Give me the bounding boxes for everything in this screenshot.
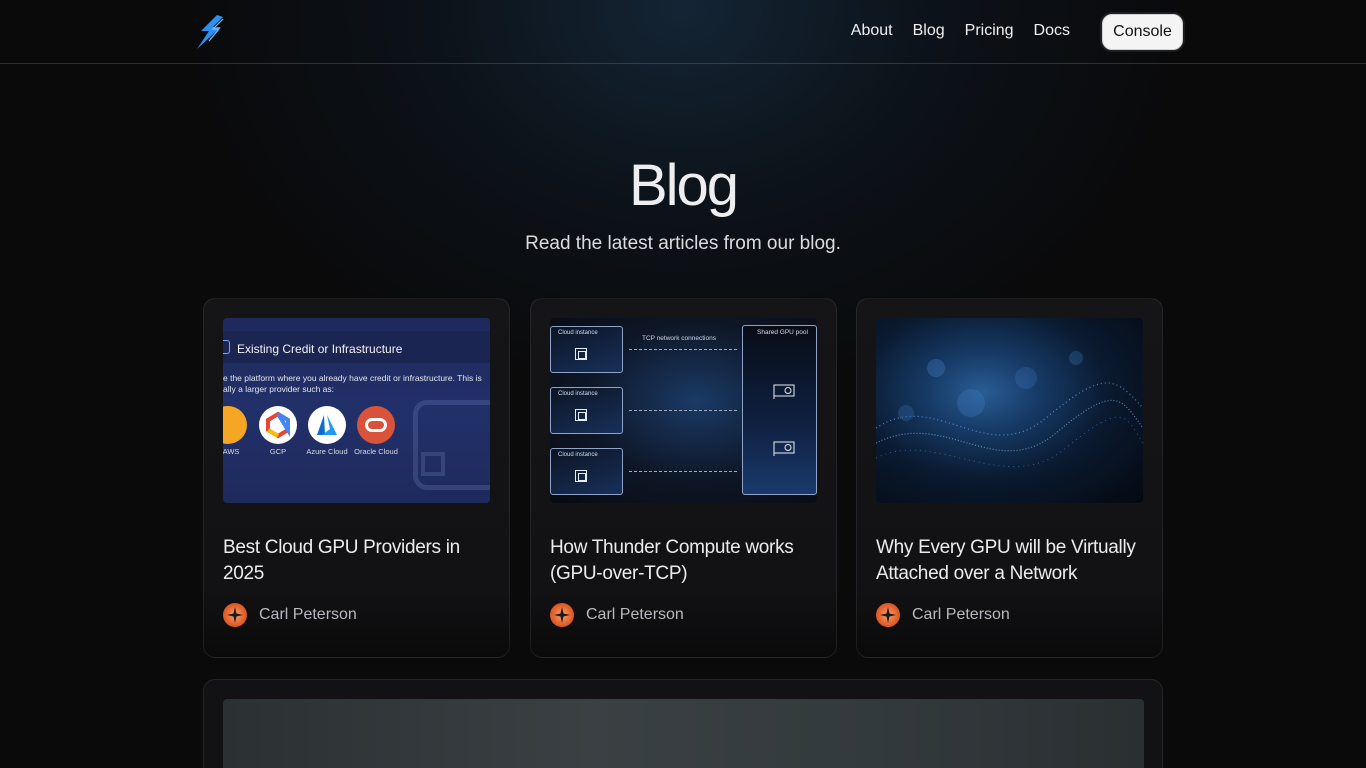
post-thumbnail[interactable]: Cloud instance Cloud instance Cloud inst…	[550, 318, 817, 503]
thumbnail-line-2: ally a larger provider such as:	[223, 384, 335, 394]
post-author: Carl Peterson	[876, 603, 1010, 627]
connection-arrow	[629, 471, 737, 472]
console-button[interactable]: Console	[1102, 14, 1183, 50]
cpu-chip-icon	[575, 470, 587, 482]
author-name: Carl Peterson	[912, 606, 1010, 623]
post-thumbnail[interactable]: Existing Credit or Infrastructure e the …	[223, 318, 490, 503]
post-title[interactable]: Why Every GPU will be Virtually Attached…	[876, 535, 1146, 587]
nav-pricing[interactable]: Pricing	[965, 20, 1014, 42]
oracle-logo-icon	[357, 406, 395, 444]
post-thumbnail[interactable]	[876, 318, 1143, 503]
aws-logo-icon	[223, 406, 247, 444]
author-name: Carl Peterson	[259, 606, 357, 623]
gpu-pool-box: Shared GPU pool	[742, 325, 817, 495]
thunder-logo-icon[interactable]	[193, 13, 229, 51]
avatar	[876, 603, 900, 627]
azure-logo-icon	[308, 406, 346, 444]
cpu-chip-icon	[575, 409, 587, 421]
avatar	[223, 603, 247, 627]
background-shape	[421, 452, 445, 476]
connection-arrow	[629, 349, 737, 350]
cloud-instance-label: Cloud instance	[558, 452, 598, 458]
credit-icon	[223, 340, 230, 354]
cloud-instance-label: Cloud instance	[558, 330, 598, 336]
particle-wave-image	[876, 351, 1143, 467]
cpu-chip-icon	[575, 348, 587, 360]
post-title[interactable]: Best Cloud GPU Providers in 2025	[223, 535, 493, 587]
blog-card[interactable]: Existing Credit or Infrastructure e the …	[203, 298, 510, 658]
avatar	[550, 603, 574, 627]
background-shape	[413, 400, 490, 490]
gpu-pool-label: Shared GPU pool	[757, 329, 808, 336]
blog-card[interactable]: Why Every GPU will be Virtually Attached…	[856, 298, 1163, 658]
cloud-instance-box: Cloud instance	[550, 448, 623, 495]
provider-label: GCP	[269, 447, 287, 456]
top-nav-bar: About Blog Pricing Docs Console	[0, 0, 1366, 64]
provider-label: AWS	[223, 447, 240, 456]
provider-label: Oracle Cloud	[354, 447, 398, 456]
nav-about[interactable]: About	[851, 20, 893, 42]
page-title: Blog	[628, 153, 739, 218]
featured-blog-card[interactable]	[203, 679, 1163, 768]
blog-card[interactable]: Cloud instance Cloud instance Cloud inst…	[530, 298, 837, 658]
nav-blog[interactable]: Blog	[913, 20, 945, 42]
author-name: Carl Peterson	[586, 606, 684, 623]
provider-label: Azure Cloud	[306, 447, 348, 456]
thumbnail-line-1: e the platform where you already have cr…	[223, 373, 482, 383]
nav-docs[interactable]: Docs	[1034, 20, 1070, 42]
gpu-card-icon	[773, 441, 795, 456]
cloud-instance-box: Cloud instance	[550, 326, 623, 373]
gpu-card-icon	[773, 384, 795, 399]
page-subtitle: Read the latest articles from our blog.	[525, 233, 841, 254]
post-title[interactable]: How Thunder Compute works (GPU-over-TCP)	[550, 535, 820, 587]
connection-arrow	[629, 410, 737, 411]
post-author: Carl Peterson	[550, 603, 684, 627]
post-author: Carl Peterson	[223, 603, 357, 627]
connections-label: TCP network connections	[642, 335, 716, 342]
cloud-instance-label: Cloud instance	[558, 391, 598, 397]
main-nav: About Blog Pricing Docs	[851, 20, 1070, 42]
cloud-instance-box: Cloud instance	[550, 387, 623, 434]
gcp-logo-icon	[259, 406, 297, 444]
thumbnail-heading: Existing Credit or Infrastructure	[237, 342, 403, 356]
thumbnail-body-text: e the platform where you already have cr…	[223, 373, 490, 395]
featured-post-thumbnail[interactable]	[223, 699, 1144, 768]
